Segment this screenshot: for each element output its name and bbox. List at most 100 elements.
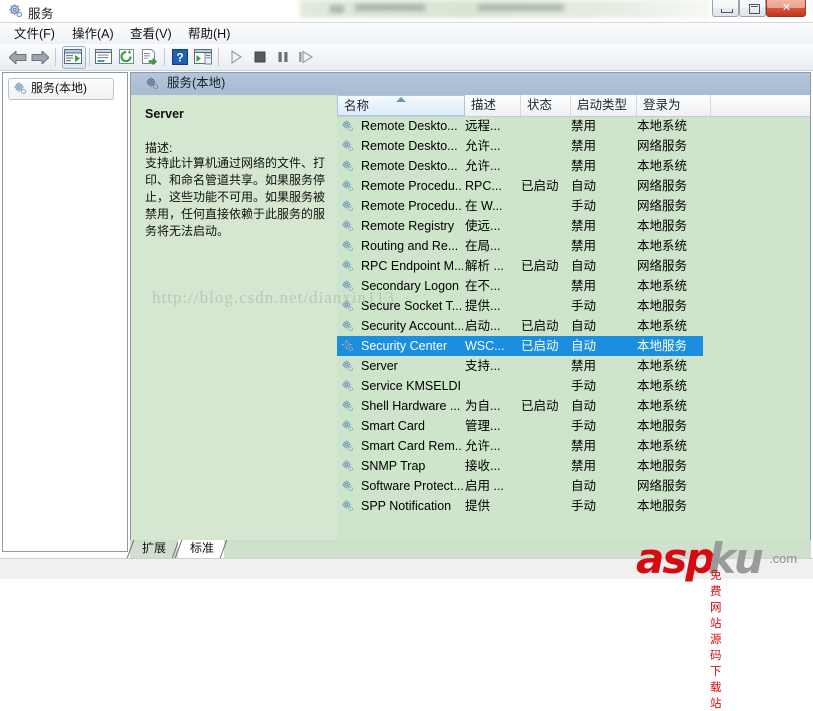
cell-log-on-as: 本地服务 bbox=[637, 219, 688, 233]
cell-description: RPC... bbox=[465, 179, 502, 193]
table-row[interactable]: Server 支持... 禁用 本地系统 bbox=[337, 356, 810, 376]
aspku-watermark-subtitle: 免费网站源码下载站 bbox=[710, 570, 723, 710]
sidebar-item-services-local[interactable]: 服务(本地) bbox=[8, 78, 114, 100]
cell-startup-type: 禁用 bbox=[571, 459, 597, 473]
cell-status bbox=[521, 276, 569, 296]
column-description[interactable]: 描述 bbox=[465, 95, 521, 116]
service-gear-icon bbox=[341, 259, 355, 273]
column-description-label: 描述 bbox=[471, 98, 497, 112]
minimize-button[interactable] bbox=[712, 0, 739, 17]
show-action-pane-icon[interactable] bbox=[193, 47, 213, 67]
cell-startup-type: 禁用 bbox=[571, 239, 597, 253]
show-tree-icon[interactable] bbox=[62, 46, 86, 69]
back-arrow-icon[interactable] bbox=[8, 47, 28, 67]
column-status[interactable]: 状态 bbox=[521, 95, 571, 116]
column-startup-type[interactable]: 启动类型 bbox=[571, 95, 637, 116]
pane-header: 服务(本地) bbox=[131, 73, 810, 96]
table-row[interactable]: Secure Socket T... 提供... 手动 本地服务 bbox=[337, 296, 810, 316]
table-row[interactable]: RPC Endpoint M... 解析 ... 已启动 自动 网络服务 bbox=[337, 256, 810, 276]
table-row[interactable]: Secondary Logon 在不... 禁用 本地系统 bbox=[337, 276, 810, 296]
table-row[interactable]: Smart Card Rem... 允许... 禁用 本地系统 bbox=[337, 436, 810, 456]
column-name[interactable]: 名称 bbox=[337, 95, 465, 116]
menu-help[interactable]: 帮助(H) bbox=[182, 26, 236, 42]
cell-startup-type: 自动 bbox=[571, 259, 597, 273]
forward-arrow-icon[interactable] bbox=[30, 47, 50, 67]
services-detail-pane: 服务(本地) Server 描述: 支持此计算机通过网络的文件、打印、和命名管道… bbox=[130, 72, 811, 552]
table-row[interactable]: Shell Hardware ... 为自... 已启动 自动 本地系统 bbox=[337, 396, 810, 416]
table-row[interactable]: Remote Procedu... 在 W... 手动 网络服务 bbox=[337, 196, 810, 216]
menu-view[interactable]: 查看(V) bbox=[124, 26, 178, 42]
table-row[interactable]: Remote Deskto... 允许... 禁用 网络服务 bbox=[337, 136, 810, 156]
close-button[interactable]: ✕ bbox=[766, 0, 806, 17]
cell-service-name: Service KMSELDI bbox=[361, 379, 462, 393]
stop-service-icon[interactable] bbox=[250, 47, 270, 67]
table-row[interactable]: Remote Deskto... 远程... 禁用 本地系统 bbox=[337, 116, 810, 136]
export-list-icon[interactable] bbox=[140, 47, 160, 67]
cell-startup-type: 禁用 bbox=[571, 219, 597, 233]
service-gear-icon bbox=[341, 199, 355, 213]
table-row[interactable]: Remote Registry 使远... 禁用 本地服务 bbox=[337, 216, 810, 236]
toolbar: ? bbox=[0, 44, 813, 71]
sort-ascending-icon bbox=[396, 97, 406, 102]
cell-description: 在不... bbox=[465, 279, 501, 293]
menu-file[interactable]: 文件(F) bbox=[8, 26, 61, 42]
pause-service-icon[interactable] bbox=[273, 47, 293, 67]
cell-status bbox=[521, 196, 569, 216]
cell-service-name: Secondary Logon bbox=[361, 279, 459, 293]
service-gear-icon bbox=[341, 479, 355, 493]
column-log-on-as[interactable]: 登录为 bbox=[637, 95, 711, 116]
column-status-label: 状态 bbox=[527, 98, 553, 112]
service-description-pane: Server 描述: 支持此计算机通过网络的文件、打印、和命名管道共享。如果服务… bbox=[131, 95, 337, 550]
table-row[interactable]: SPP Notification 提供 手动 本地服务 bbox=[337, 496, 810, 516]
cell-log-on-as: 本地系统 bbox=[637, 439, 688, 453]
tab-extended[interactable]: 扩展 bbox=[126, 540, 180, 558]
cell-startup-type: 手动 bbox=[571, 499, 597, 513]
table-row[interactable]: Security Account... 启动... 已启动 自动 本地系统 bbox=[337, 316, 810, 336]
services-gear-icon bbox=[8, 3, 24, 19]
cell-description: 在 W... bbox=[465, 199, 503, 213]
cell-status bbox=[521, 116, 569, 136]
table-row[interactable]: Smart Card 管理... 手动 本地服务 bbox=[337, 416, 810, 436]
cell-status bbox=[521, 416, 569, 436]
table-row[interactable]: Routing and Re... 在局... 禁用 本地系统 bbox=[337, 236, 810, 256]
services-gear-icon bbox=[145, 76, 160, 91]
cell-log-on-as: 本地服务 bbox=[637, 499, 688, 513]
cell-startup-type: 自动 bbox=[571, 179, 597, 193]
table-row[interactable]: Service KMSELDI 手动 本地系统 bbox=[337, 376, 810, 396]
cell-startup-type: 自动 bbox=[571, 399, 597, 413]
table-row[interactable]: Security Center WSC... 已启动 自动 本地服务 bbox=[337, 336, 703, 356]
cell-startup-type: 禁用 bbox=[571, 279, 597, 293]
services-list: 名称 描述 状态 启动类型 登录为 Remote Deskto... 远程... 禁… bbox=[337, 95, 810, 550]
column-name-label: 名称 bbox=[344, 99, 370, 113]
table-row[interactable]: Remote Deskto... 允许... 禁用 本地系统 bbox=[337, 156, 810, 176]
properties-icon[interactable] bbox=[94, 47, 114, 67]
service-gear-icon bbox=[341, 419, 355, 433]
start-service-icon[interactable] bbox=[226, 47, 246, 67]
cell-startup-type: 禁用 bbox=[571, 439, 597, 453]
restart-service-icon[interactable] bbox=[296, 47, 316, 67]
help-icon[interactable]: ? bbox=[170, 47, 190, 67]
refresh-icon[interactable] bbox=[117, 47, 137, 67]
window-title: 服务 bbox=[28, 7, 54, 21]
service-gear-icon bbox=[341, 119, 355, 133]
table-row[interactable]: Software Protect... 启用 ... 自动 网络服务 bbox=[337, 476, 810, 496]
cell-log-on-as: 本地服务 bbox=[637, 419, 688, 433]
menu-action[interactable]: 操作(A) bbox=[66, 26, 120, 42]
cell-description: 允许... bbox=[465, 139, 501, 153]
service-gear-icon bbox=[341, 279, 355, 293]
cell-description bbox=[465, 376, 517, 396]
tab-standard[interactable]: 标准 bbox=[174, 540, 228, 558]
cell-startup-type: 手动 bbox=[571, 419, 597, 433]
table-row[interactable]: SNMP Trap 接收... 禁用 本地服务 bbox=[337, 456, 810, 476]
cell-service-name: Remote Registry bbox=[361, 219, 455, 233]
services-gear-icon bbox=[13, 81, 28, 96]
maximize-restore-button[interactable] bbox=[739, 0, 766, 17]
service-gear-icon bbox=[341, 359, 355, 373]
cell-service-name: SNMP Trap bbox=[361, 459, 426, 473]
cell-description: 提供 bbox=[465, 499, 491, 513]
console-tree-pane: 服务(本地) bbox=[2, 72, 128, 552]
cell-service-name: Remote Procedu... bbox=[361, 179, 463, 193]
cell-service-name: Routing and Re... bbox=[361, 239, 459, 253]
cell-description: 启动... bbox=[465, 319, 501, 333]
table-row[interactable]: Remote Procedu... RPC... 已启动 自动 网络服务 bbox=[337, 176, 810, 196]
